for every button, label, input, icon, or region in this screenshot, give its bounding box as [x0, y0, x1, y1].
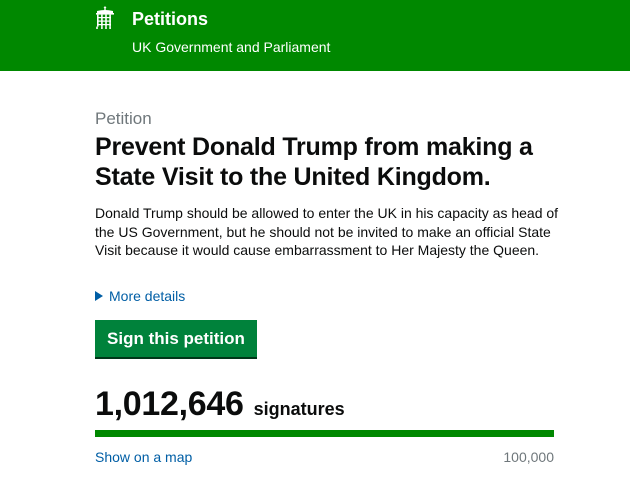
- signature-count-label: signatures: [253, 399, 345, 419]
- petition-caption: Petition: [95, 109, 152, 128]
- petition-description: Donald Trump should be allowed to enter …: [95, 205, 559, 258]
- portcullis-icon[interactable]: [95, 6, 115, 30]
- site-subtitle: UK Government and Parliament: [132, 39, 331, 55]
- show-on-map-link[interactable]: Show on a map: [95, 448, 192, 466]
- more-details-label: More details: [109, 288, 186, 304]
- signature-progress-bar: [95, 430, 554, 437]
- disclosure-triangle-icon: [95, 291, 103, 301]
- site-header: Petitions UK Government and Parliament: [0, 0, 630, 71]
- signature-count-row: 1,012,646 signatures: [95, 384, 345, 424]
- sign-petition-button[interactable]: Sign this petition: [95, 320, 257, 357]
- petition-title: Prevent Donald Trump from making a State…: [95, 133, 533, 191]
- signature-progress-fill: [95, 430, 554, 437]
- site-title-link[interactable]: Petitions: [132, 7, 208, 31]
- signature-count: 1,012,646: [95, 385, 244, 423]
- more-details-toggle[interactable]: More details: [95, 287, 185, 305]
- signature-threshold: 100,000: [503, 449, 554, 465]
